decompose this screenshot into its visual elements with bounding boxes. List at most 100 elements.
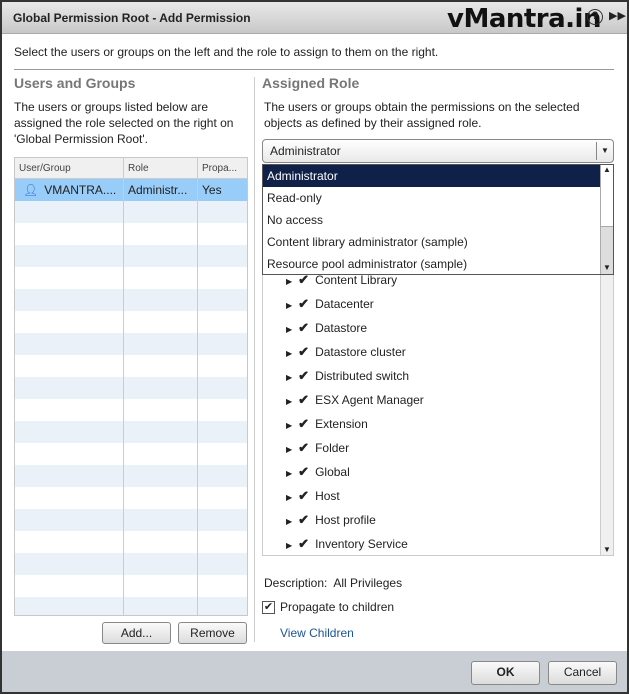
table-row-empty	[15, 355, 247, 377]
privilege-item[interactable]: ▶ ✔ Distributed switch	[286, 368, 409, 392]
expand-triangle-icon[interactable]: ▶	[286, 349, 292, 358]
users-groups-description: The users or groups listed below are ass…	[14, 100, 234, 146]
table-row-empty	[15, 487, 247, 509]
column-header-propagate[interactable]: Propa...	[198, 158, 247, 178]
expand-triangle-icon[interactable]: ▶	[286, 277, 292, 286]
privilege-label: Host profile	[315, 513, 376, 527]
table-row-empty	[15, 597, 247, 615]
table-row-empty	[15, 399, 247, 421]
table-row-empty	[15, 223, 247, 245]
role-description: Description: All Privileges	[264, 576, 402, 590]
title-bar: Global Permission Root - Add Permission …	[2, 2, 627, 34]
table-row-empty	[15, 465, 247, 487]
column-header-user[interactable]: User/Group	[15, 158, 124, 178]
expand-triangle-icon[interactable]: ▶	[286, 397, 292, 406]
divider	[14, 69, 614, 70]
ok-button[interactable]: OK	[471, 661, 540, 685]
assigned-role-description: The users or groups obtain the permissio…	[264, 100, 580, 130]
description-value: All Privileges	[333, 576, 403, 590]
table-row-empty	[15, 509, 247, 531]
list-scrollbar[interactable]: ▲ ▼	[600, 165, 613, 274]
expand-triangle-icon[interactable]: ▶	[286, 517, 292, 526]
view-children-link[interactable]: View Children	[280, 626, 354, 640]
role-option[interactable]: Read-only	[263, 187, 613, 209]
role-option[interactable]: No access	[263, 209, 613, 231]
check-icon: ✔	[298, 536, 310, 551]
check-icon: ✔	[298, 416, 310, 431]
user-role: Administr...	[124, 179, 198, 201]
table-row-empty	[15, 531, 247, 553]
privilege-item[interactable]: ▶ ✔ Host profile	[286, 512, 376, 536]
propagate-checkbox-row[interactable]: ✔ Propagate to children	[262, 600, 394, 614]
role-dropdown-list: ▲ ▼ Administrator Read-only No access Conte…	[262, 164, 614, 275]
brand-watermark: vMantra.in	[447, 4, 601, 34]
check-icon: ✔	[298, 440, 310, 455]
add-button[interactable]: Add...	[102, 622, 171, 644]
privilege-label: Datastore cluster	[315, 345, 406, 359]
privilege-label: ESX Agent Manager	[315, 393, 424, 407]
expand-triangle-icon[interactable]: ▶	[286, 493, 292, 502]
chevron-down-icon[interactable]: ▼	[596, 142, 613, 160]
privilege-label: Datacenter	[315, 297, 374, 311]
privilege-label: Host	[315, 489, 340, 503]
assigned-role-heading: Assigned Role	[262, 75, 360, 91]
privilege-item[interactable]: ▶ ✔ Global	[286, 464, 350, 488]
users-groups-heading: Users and Groups	[14, 75, 136, 91]
intro-text: Select the users or groups on the left a…	[14, 45, 439, 59]
table-row-empty	[15, 201, 247, 223]
column-divider	[254, 77, 255, 642]
expand-triangle-icon[interactable]: ▶	[286, 541, 292, 550]
check-icon: ✔	[298, 320, 310, 335]
check-icon: ✔	[298, 488, 310, 503]
privilege-item[interactable]: ▶ ✔ Datacenter	[286, 296, 374, 320]
check-icon: ✔	[298, 392, 310, 407]
privilege-item[interactable]: ▶ ✔ ESX Agent Manager	[286, 392, 424, 416]
user-propagate: Yes	[202, 183, 222, 197]
cancel-button[interactable]: Cancel	[548, 661, 617, 685]
privilege-item[interactable]: ▶ ✔ Host	[286, 488, 340, 512]
privilege-item[interactable]: ▶ ✔ Datastore	[286, 320, 367, 344]
privilege-item[interactable]: ▶ ✔ Datastore cluster	[286, 344, 406, 368]
privilege-label: Global	[315, 465, 350, 479]
role-option[interactable]: Administrator	[263, 165, 613, 187]
check-icon: ✔	[298, 464, 310, 479]
expand-triangle-icon[interactable]: ▶	[286, 325, 292, 334]
user-name: VMANTRA....	[44, 183, 117, 197]
table-row-empty	[15, 377, 247, 399]
propagate-checkbox[interactable]: ✔	[262, 600, 275, 614]
remove-button[interactable]: Remove	[178, 622, 247, 644]
propagate-label: Propagate to children	[280, 600, 395, 614]
privilege-label: Inventory Service	[315, 537, 408, 551]
privilege-item[interactable]: ▶ ✔ Inventory Service	[286, 536, 408, 555]
check-icon: ✔	[298, 368, 310, 383]
table-row-empty	[15, 289, 247, 311]
check-icon: ✔	[298, 512, 310, 527]
expand-triangle-icon[interactable]: ▶	[286, 373, 292, 382]
role-dropdown-value: Administrator	[270, 144, 341, 158]
table-row-empty	[15, 333, 247, 355]
help-icon[interactable]: ?	[587, 9, 603, 25]
expand-triangle-icon[interactable]: ▶	[286, 301, 292, 310]
expand-triangle-icon[interactable]: ▶	[286, 421, 292, 430]
description-label: Description:	[264, 576, 328, 590]
table-row-empty	[15, 245, 247, 267]
privilege-label: Content Library	[315, 273, 398, 287]
column-header-role[interactable]: Role	[124, 158, 198, 178]
privilege-label: Extension	[315, 417, 368, 431]
dialog-footer: OK Cancel	[2, 651, 627, 692]
role-dropdown[interactable]: Administrator ▼	[262, 139, 614, 163]
role-option[interactable]: Resource pool administrator (sample)	[263, 253, 613, 274]
privilege-item[interactable]: ▶ ✔ Extension	[286, 416, 368, 440]
privilege-item[interactable]: ▶ ✔ Content Library	[286, 272, 397, 296]
check-icon: ✔	[298, 296, 310, 311]
table-row-empty	[15, 311, 247, 333]
role-option[interactable]: Content library administrator (sample)	[263, 231, 613, 253]
privilege-label: Datastore	[315, 321, 368, 335]
users-table: User/Group Role Propa... 👤︎ VMANTRA.... A…	[14, 157, 248, 616]
expand-triangle-icon[interactable]: ▶	[286, 469, 292, 478]
table-row[interactable]: 👤︎ VMANTRA.... Administr... Yes	[15, 179, 247, 201]
expand-triangle-icon[interactable]: ▶	[286, 445, 292, 454]
table-row-empty	[15, 575, 247, 597]
privilege-item[interactable]: ▶ ✔ Folder	[286, 440, 349, 464]
expand-icon[interactable]: ▶▶	[609, 9, 626, 22]
